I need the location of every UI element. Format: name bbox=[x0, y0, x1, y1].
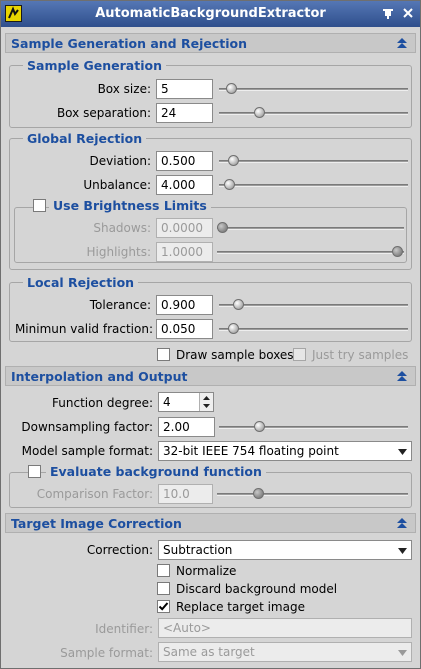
correction-dropdown[interactable]: Subtraction bbox=[158, 540, 412, 560]
shadows-field[interactable]: 0.0000 bbox=[156, 218, 213, 238]
section-title: Target Image Correction bbox=[11, 516, 182, 531]
slider-knob[interactable] bbox=[233, 299, 244, 310]
sample-format-label: Sample format: bbox=[60, 646, 153, 660]
tolerance-label: Tolerance: bbox=[89, 298, 151, 312]
slider-knob[interactable] bbox=[224, 179, 235, 190]
downsampling-label: Downsampling factor: bbox=[21, 420, 153, 434]
function-degree-value: 4 bbox=[163, 395, 171, 409]
deviation-field[interactable]: 0.500 bbox=[156, 151, 213, 171]
unbalance-field[interactable]: 4.000 bbox=[156, 175, 213, 195]
section-target-correction[interactable]: Target Image Correction bbox=[5, 513, 416, 533]
comparison-factor-slider[interactable] bbox=[217, 487, 408, 501]
slider-knob[interactable] bbox=[254, 107, 265, 118]
section-sample-gen-rejection[interactable]: Sample Generation and Rejection bbox=[5, 33, 416, 53]
slider-knob[interactable] bbox=[253, 488, 264, 499]
collapse-up-icon[interactable] bbox=[395, 517, 409, 529]
evaluate-background-label: Evaluate background function bbox=[46, 464, 266, 479]
section-title: Interpolation and Output bbox=[11, 369, 188, 384]
min-valid-fraction-label: Minimun valid fraction: bbox=[14, 322, 153, 336]
sample-format-dropdown[interactable]: Same as target bbox=[158, 642, 412, 662]
just-try-samples-label: Just try samples bbox=[312, 348, 409, 362]
correction-value: Subtraction bbox=[163, 543, 233, 557]
identifier-label: Identifier: bbox=[95, 622, 153, 636]
slider-knob[interactable] bbox=[228, 155, 239, 166]
comparison-factor-label: Comparison Factor: bbox=[36, 487, 153, 501]
chevron-down-icon[interactable] bbox=[397, 545, 408, 555]
tolerance-field[interactable]: 0.900 bbox=[156, 295, 213, 315]
shadows-slider[interactable] bbox=[217, 221, 404, 235]
highlights-slider[interactable] bbox=[217, 245, 404, 259]
collapse-up-icon[interactable] bbox=[395, 370, 409, 382]
box-separation-field[interactable]: 24 bbox=[156, 103, 213, 123]
checkmark-icon bbox=[158, 602, 169, 611]
downsampling-slider[interactable] bbox=[219, 420, 408, 434]
just-try-samples-checkbox[interactable] bbox=[293, 348, 306, 361]
model-format-label: Model sample format: bbox=[21, 444, 153, 458]
group-title-local-rejection: Local Rejection bbox=[23, 275, 139, 290]
highlights-field[interactable]: 1.0000 bbox=[156, 242, 213, 262]
chevron-down-icon[interactable] bbox=[397, 446, 408, 456]
box-separation-label: Box separation: bbox=[56, 106, 151, 120]
replace-target-checkbox[interactable] bbox=[157, 600, 170, 613]
draw-sample-boxes-label: Draw sample boxes bbox=[176, 348, 294, 362]
deviation-label: Deviation: bbox=[89, 154, 151, 168]
slider-knob[interactable] bbox=[392, 246, 403, 257]
min-valid-fraction-slider[interactable] bbox=[219, 322, 408, 336]
shadows-label: Shadows: bbox=[93, 221, 151, 235]
function-degree-spinner[interactable]: 4 bbox=[158, 392, 214, 412]
sample-format-value: Same as target bbox=[163, 645, 255, 659]
slider-knob[interactable] bbox=[217, 222, 228, 233]
box-size-label: Box size: bbox=[97, 82, 151, 96]
downsampling-field[interactable]: 2.00 bbox=[158, 417, 215, 437]
unbalance-label: Unbalance: bbox=[83, 178, 151, 192]
chevron-down-icon[interactable] bbox=[397, 647, 408, 657]
section-title: Sample Generation and Rejection bbox=[11, 36, 247, 51]
identifier-field[interactable]: <Auto> bbox=[158, 618, 412, 638]
model-format-dropdown[interactable]: 32-bit IEEE 754 floating point bbox=[158, 441, 412, 461]
use-brightness-limits-checkbox[interactable] bbox=[33, 199, 46, 212]
group-title-sample-generation: Sample Generation bbox=[23, 58, 166, 73]
section-interpolation-output[interactable]: Interpolation and Output bbox=[5, 366, 416, 386]
brightness-limits-label: Use Brightness Limits bbox=[49, 198, 211, 213]
deviation-slider[interactable] bbox=[219, 154, 408, 168]
tolerance-slider[interactable] bbox=[219, 298, 408, 312]
replace-target-label: Replace target image bbox=[176, 600, 305, 614]
slider-knob[interactable] bbox=[254, 421, 265, 432]
close-icon[interactable] bbox=[401, 6, 415, 20]
spinner-buttons[interactable] bbox=[199, 393, 213, 411]
group-title-global-rejection: Global Rejection bbox=[23, 131, 147, 146]
box-size-field[interactable]: 5 bbox=[156, 79, 213, 99]
discard-background-checkbox[interactable] bbox=[157, 582, 170, 595]
draw-sample-boxes-checkbox[interactable] bbox=[157, 348, 170, 361]
normalize-checkbox[interactable] bbox=[157, 564, 170, 577]
min-valid-fraction-field[interactable]: 0.050 bbox=[156, 319, 213, 339]
box-size-slider[interactable] bbox=[219, 82, 408, 96]
pin-icon[interactable] bbox=[381, 6, 395, 20]
comparison-factor-field[interactable]: 10.0 bbox=[158, 484, 213, 504]
function-degree-label: Function degree: bbox=[52, 396, 153, 410]
abe-window: AutomaticBackgroundExtractor Sample Gene… bbox=[0, 0, 421, 669]
window-title: AutomaticBackgroundExtractor bbox=[95, 6, 326, 21]
slider-knob[interactable] bbox=[228, 323, 239, 334]
model-format-value: 32-bit IEEE 754 floating point bbox=[163, 444, 339, 458]
box-separation-slider[interactable] bbox=[219, 106, 408, 120]
normalize-label: Normalize bbox=[176, 564, 237, 578]
collapse-up-icon[interactable] bbox=[395, 37, 409, 49]
unbalance-slider[interactable] bbox=[219, 178, 408, 192]
evaluate-background-checkbox[interactable] bbox=[28, 465, 41, 478]
correction-label: Correction: bbox=[86, 543, 153, 557]
highlights-label: Highlights: bbox=[86, 245, 151, 259]
slider-knob[interactable] bbox=[226, 83, 237, 94]
title-bar[interactable]: AutomaticBackgroundExtractor bbox=[1, 1, 420, 27]
discard-background-label: Discard background model bbox=[176, 582, 338, 596]
